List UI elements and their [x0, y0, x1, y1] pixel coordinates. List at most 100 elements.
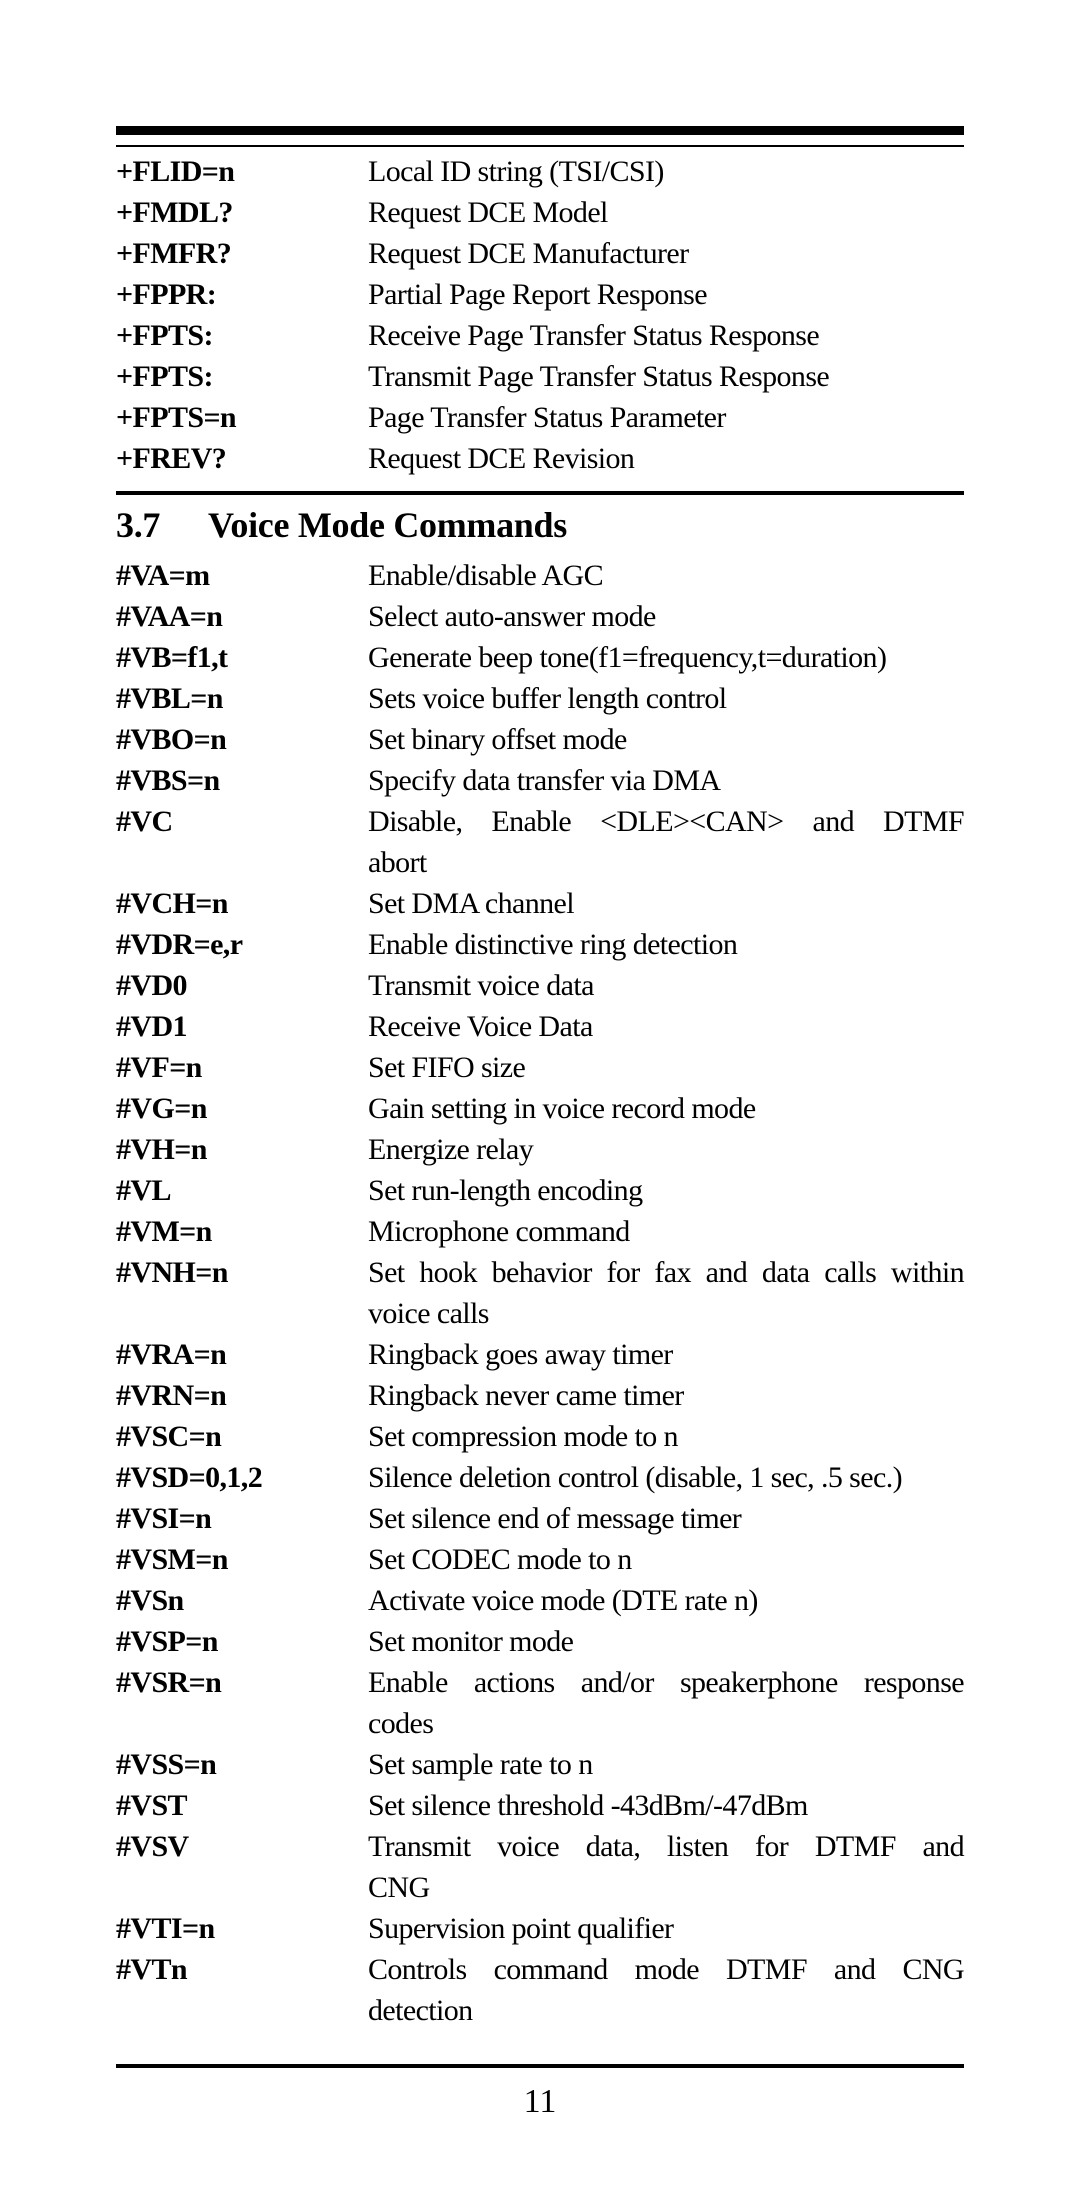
description-line: Transmit voice data — [368, 969, 594, 1002]
command-name: #VC — [116, 805, 173, 838]
command-name: #VBO=n — [116, 723, 227, 756]
command-name: #VD0 — [116, 969, 188, 1002]
description-line: Ringback goes away timer — [368, 1338, 673, 1371]
command-name: #VBL=n — [116, 682, 223, 715]
description-line: Request DCE Model — [368, 196, 608, 229]
command-description: Receive Page Transfer Status Response — [368, 315, 964, 356]
command-description: Transmit voice data — [368, 965, 964, 1006]
command-row: #VSS=n Set sample rate to n — [116, 1744, 964, 1785]
command-description: Select auto-answer mode — [368, 596, 964, 637]
description-line: Set binary offset mode — [368, 723, 627, 756]
command-row: #VSn Activate voice mode (DTE rate n) — [116, 1580, 964, 1621]
command-description: Transmit voice data, listen for DTMF and… — [368, 1826, 965, 1908]
command-name: #VSV — [116, 1830, 189, 1863]
command-name: +FMFR? — [116, 237, 232, 270]
command-name: #VSS=n — [116, 1748, 217, 1781]
command-name: #VNH=n — [116, 1256, 228, 1289]
description-line: Request DCE Manufacturer — [368, 237, 689, 270]
command-name: #VSR=n — [116, 1666, 222, 1699]
command-row: #VBS=n Specify data transfer via DMA — [116, 760, 964, 801]
command-name: #VSP=n — [116, 1625, 218, 1658]
command-name: #VRA=n — [116, 1338, 227, 1371]
description-line: Silence deletion control (disable, 1 sec… — [368, 1461, 903, 1494]
description-line: Set silence threshold -43dBm/-47dBm — [368, 1789, 808, 1822]
command-description: Set CODEC mode to n — [368, 1539, 964, 1580]
command-row: #VTn Controls command mode DTMF and CNG de… — [116, 1949, 965, 2031]
command-description: Disable, Enable <DLE><CAN> and DTMF abort — [368, 801, 965, 883]
command-name: #VTI=n — [116, 1912, 215, 1945]
voice-command-list: #VA=m Enable/disable AGC #VAA=n Select auto… — [116, 555, 965, 2031]
command-name: +FLID=n — [116, 155, 235, 188]
description-line: Transmit voice data, listen for DTMF and — [368, 1830, 965, 1863]
command-name: +FMDL? — [116, 196, 233, 229]
command-row: #VSM=n Set CODEC mode to n — [116, 1539, 964, 1580]
command-row: #VSR=n Enable actions and/or speakerphone… — [116, 1662, 965, 1744]
command-row: #VF=n Set FIFO size — [116, 1047, 964, 1088]
description-line: Receive Voice Data — [368, 1010, 593, 1043]
description-line: Enable actions and/or speakerphone respo… — [368, 1666, 965, 1699]
command-name: #VSM=n — [116, 1543, 228, 1576]
command-name: #VA=m — [116, 559, 210, 592]
command-description: Specify data transfer via DMA — [368, 760, 964, 801]
command-name: #VF=n — [116, 1051, 202, 1084]
command-description: Set binary offset mode — [368, 719, 964, 760]
command-row: +FPTS: Receive Page Transfer Status Respo… — [116, 315, 964, 356]
command-row: #VH=n Energize relay — [116, 1129, 964, 1170]
description-line: Set silence end of message timer — [368, 1502, 742, 1535]
command-row: #VD0 Transmit voice data — [116, 965, 964, 1006]
command-name: #VBS=n — [116, 764, 220, 797]
command-row: +FLID=n Local ID string (TSI/CSI) — [116, 151, 964, 192]
description-line: Page Transfer Status Parameter — [368, 401, 726, 434]
command-row: #VBO=n Set binary offset mode — [116, 719, 964, 760]
command-name: #VSI=n — [116, 1502, 212, 1535]
description-line: Specify data transfer via DMA — [368, 764, 721, 797]
command-description: Receive Voice Data — [368, 1006, 964, 1047]
command-description: Enable/disable AGC — [368, 555, 964, 596]
command-name: +FREV? — [116, 442, 227, 475]
command-row: #VBL=n Sets voice buffer length control — [116, 678, 964, 719]
command-row: #VA=m Enable/disable AGC — [116, 555, 964, 596]
command-name: #VTn — [116, 1953, 188, 1986]
command-description: Ringback goes away timer — [368, 1334, 964, 1375]
description-line: Disable, Enable <DLE><CAN> and DTMF — [368, 805, 965, 838]
command-row: #VDR=e,r Enable distinctive ring detectio… — [116, 924, 964, 965]
command-description: Set compression mode to n — [368, 1416, 964, 1457]
command-description: Local ID string (TSI/CSI) — [368, 151, 964, 192]
description-line: Microphone command — [368, 1215, 630, 1248]
description-line: Set compression mode to n — [368, 1420, 679, 1453]
description-line: Enable distinctive ring detection — [368, 928, 738, 961]
command-row: #VD1 Receive Voice Data — [116, 1006, 964, 1047]
command-description: Generate beep tone(f1=frequency,t=durati… — [368, 637, 964, 678]
command-description: Page Transfer Status Parameter — [368, 397, 964, 438]
description-line: Sets voice buffer length control — [368, 682, 727, 715]
command-description: Ringback never came timer — [368, 1375, 964, 1416]
command-name: #VSn — [116, 1584, 184, 1617]
command-row: #VRA=n Ringback goes away timer — [116, 1334, 964, 1375]
description-line: Gain setting in voice record mode — [368, 1092, 756, 1125]
command-row: #VSP=n Set monitor mode — [116, 1621, 964, 1662]
command-description: Partial Page Report Response — [368, 274, 964, 315]
command-row: #VM=n Microphone command — [116, 1211, 964, 1252]
command-row: +FPTS: Transmit Page Transfer Status Resp… — [116, 356, 964, 397]
command-description: Microphone command — [368, 1211, 964, 1252]
description-line: Activate voice mode (DTE rate n) — [368, 1584, 758, 1617]
command-row: #VNH=n Set hook behavior for fax and data… — [116, 1252, 965, 1334]
command-description: Request DCE Revision — [368, 438, 964, 479]
command-description: Set DMA channel — [368, 883, 964, 924]
command-name: #VM=n — [116, 1215, 212, 1248]
command-row: #VSV Transmit voice data, listen for DTMF… — [116, 1826, 965, 1908]
description-line: detection — [368, 1994, 473, 2027]
command-row: +FPPR: Partial Page Report Response — [116, 274, 964, 315]
command-row: #VB=f1,t Generate beep tone(f1=frequency,… — [116, 637, 964, 678]
command-description: Set hook behavior for fax and data calls… — [368, 1252, 965, 1334]
command-row: #VL Set run-length encoding — [116, 1170, 964, 1211]
command-description: Set run-length encoding — [368, 1170, 964, 1211]
command-description: Supervision point qualifier — [368, 1908, 964, 1949]
description-line: Set hook behavior for fax and data calls… — [368, 1256, 965, 1289]
description-line: Local ID string (TSI/CSI) — [368, 155, 664, 188]
command-row: #VSD=0,1,2 Silence deletion control (disa… — [116, 1457, 964, 1498]
command-name: #VL — [116, 1174, 171, 1207]
command-row: #VSI=n Set silence end of message timer — [116, 1498, 964, 1539]
command-description: Activate voice mode (DTE rate n) — [368, 1580, 964, 1621]
command-name: #VSD=0,1,2 — [116, 1461, 263, 1494]
